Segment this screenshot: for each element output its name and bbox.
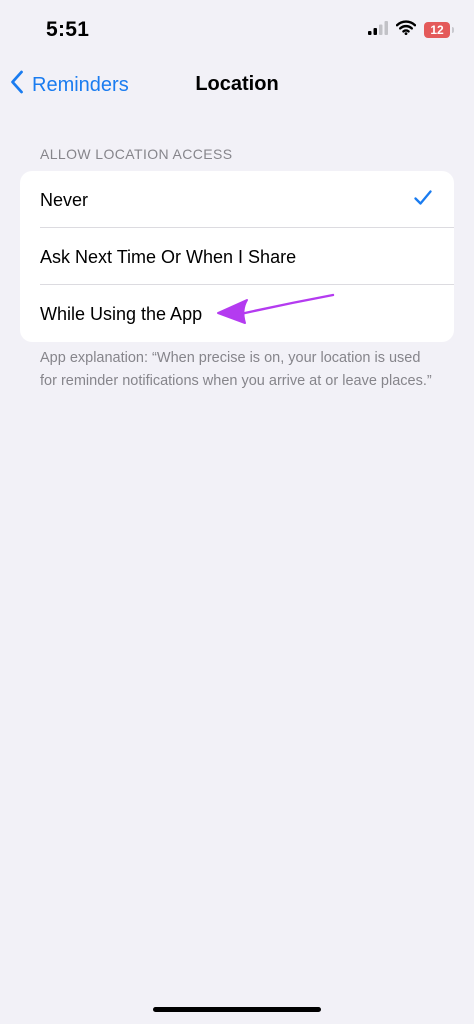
arrow-icon — [210, 290, 340, 335]
status-time: 5:51 — [46, 18, 90, 41]
page-title: Location — [195, 73, 279, 95]
option-never[interactable]: Never — [20, 171, 454, 228]
option-ask-next-time[interactable]: Ask Next Time Or When I Share — [20, 228, 454, 285]
home-indicator[interactable] — [153, 1007, 321, 1012]
section-header: ALLOW LOCATION ACCESS — [40, 146, 233, 162]
status-icons: 12 — [368, 20, 454, 40]
footer-explanation: App explanation: “When precise is on, yo… — [40, 350, 432, 389]
option-label: Never — [40, 190, 89, 210]
battery-icon: 12 — [424, 22, 454, 38]
navigation-bar: Reminders Location — [0, 60, 474, 110]
status-bar: 5:51 12 — [0, 0, 474, 60]
battery-cap — [452, 27, 454, 33]
option-label: While Using the App — [40, 304, 203, 324]
option-label: Ask Next Time Or When I Share — [40, 247, 297, 267]
battery-level: 12 — [430, 23, 444, 37]
checkmark-icon — [414, 190, 432, 211]
wifi-icon — [395, 20, 417, 40]
cellular-signal-icon — [368, 20, 388, 40]
